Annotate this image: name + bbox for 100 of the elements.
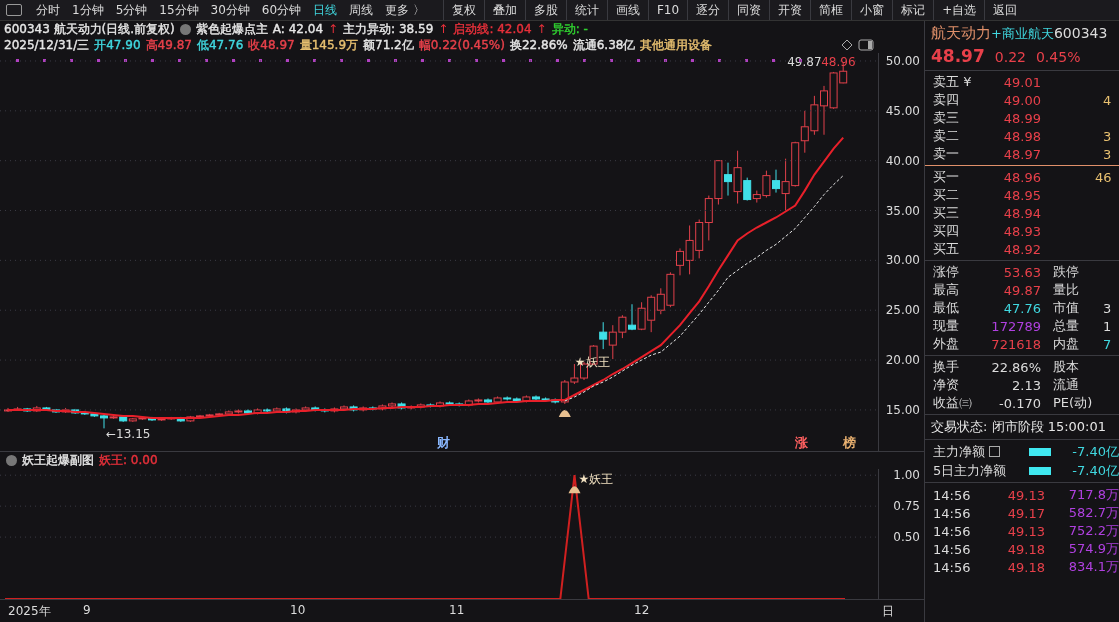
stat-value: 172789 xyxy=(990,318,1041,334)
tick-amount: 717.8万 xyxy=(1067,486,1119,504)
tick-amount: 834.1万 xyxy=(1067,558,1119,576)
order-level: 买四 xyxy=(933,222,960,240)
order-price: 48.99 xyxy=(1002,110,1041,126)
signal-label: ★妖王 xyxy=(574,355,610,370)
price-percent: 0.45% xyxy=(1035,49,1081,65)
tick-price: 49.17 xyxy=(1006,505,1045,521)
quote-value: 量145.9万 xyxy=(299,36,358,54)
order-price: 48.97 xyxy=(1002,146,1041,162)
stat-label: 量比 xyxy=(1053,281,1080,299)
order-price: 49.00 xyxy=(1002,92,1041,108)
time-label: 2025年 xyxy=(8,603,51,620)
high-label: 49.87 xyxy=(787,55,822,70)
stat-label: 最高 xyxy=(933,281,960,299)
stat-value: 22.86% xyxy=(990,359,1041,375)
time-label: 11 xyxy=(449,603,465,617)
stock-title: 600343 航天动力(日线.前复权) xyxy=(4,20,175,38)
stat-label: 换手 xyxy=(933,358,960,376)
tick-amount: 574.9万 xyxy=(1067,540,1119,558)
stat-label: 收益㈢ xyxy=(933,394,973,412)
axis-label: 25.00 xyxy=(885,303,920,318)
tick-price: 49.18 xyxy=(1006,541,1045,557)
up-arrow: ↑ xyxy=(536,22,547,36)
low-label: ←13.15 xyxy=(106,427,151,442)
stat-label: 总量 xyxy=(1053,317,1080,335)
order-volume: 3 xyxy=(1103,128,1113,144)
up-arrow: ↑ xyxy=(328,22,339,36)
stat-value: 47.76 xyxy=(1002,300,1041,316)
order-level: 卖三 xyxy=(933,109,960,127)
order-level: 买二 xyxy=(933,186,960,204)
price-change: 0.22 xyxy=(994,49,1026,65)
order-level: 卖五 ¥ xyxy=(933,73,973,91)
stat-label: 跌停 xyxy=(1053,263,1080,281)
tick-time: 14:56 xyxy=(933,523,972,539)
order-price: 48.92 xyxy=(1002,241,1041,257)
quote-value: 开47.90 xyxy=(94,36,141,54)
order-volume: 46 xyxy=(1095,169,1113,185)
flow-label: 5日主力净额 xyxy=(933,461,1007,480)
order-level: 买三 xyxy=(933,204,960,222)
order-price: 48.94 xyxy=(1002,205,1041,221)
stock-name: 航天动力 xyxy=(931,24,991,43)
stat-label: 净资 xyxy=(933,376,960,394)
order-price: 49.01 xyxy=(1002,74,1041,90)
order-price: 48.96 xyxy=(1002,169,1041,185)
axis-label: 35.00 xyxy=(885,203,920,218)
tick-amount: 752.2万 xyxy=(1067,522,1119,540)
indicator-reading: 主力异动: 38.59 xyxy=(343,20,434,38)
stat-value: 1 xyxy=(1103,318,1113,334)
axis-label: 30.00 xyxy=(885,253,920,268)
order-price: 48.95 xyxy=(1002,187,1041,203)
axis-label: 45.00 xyxy=(885,103,920,118)
order-level: 卖一 xyxy=(933,145,960,163)
stat-label: 内盘 xyxy=(1053,335,1080,353)
stat-value: 53.63 xyxy=(1002,264,1041,280)
tick-price: 49.13 xyxy=(1006,523,1045,539)
stock-code: 600343 xyxy=(1053,25,1108,41)
quote-value: 2025/12/31/三 xyxy=(4,36,90,54)
flow-label: 主力净额 xyxy=(933,442,985,461)
up-arrow: ↑ xyxy=(438,22,449,36)
order-level: 卖四 xyxy=(933,91,960,109)
tick-time: 14:56 xyxy=(933,487,972,503)
time-label: 9 xyxy=(83,603,91,617)
stat-value: -0.170 xyxy=(998,395,1041,411)
indicator-reading: 异动: - xyxy=(551,20,588,38)
axis-label: 50.00 xyxy=(885,54,920,68)
close-label: 48.96 xyxy=(821,55,856,70)
stat-value: 49.87 xyxy=(1002,282,1041,298)
stat-value: 3 xyxy=(1103,300,1113,316)
indicator-reading: 启动线: 42.04 xyxy=(453,20,532,38)
quote-value: 低47.76 xyxy=(196,36,244,54)
time-label: 12 xyxy=(634,603,650,617)
order-level: 卖二 xyxy=(933,127,960,145)
stat-label: 股本 xyxy=(1053,358,1080,376)
tick-time: 14:56 xyxy=(933,505,972,521)
quote-value: 幅0.22(0.45%) xyxy=(418,36,505,54)
tick-price: 49.13 xyxy=(1006,487,1045,503)
trading-status: 交易状态: 闭市阶段 15:00:01 xyxy=(925,415,1119,440)
stat-label: 外盘 xyxy=(933,335,960,353)
flow-value: -7.40亿 xyxy=(1071,461,1119,480)
stat-label: 涨停 xyxy=(933,263,960,281)
stat-value: 2.13 xyxy=(1011,377,1041,393)
quote-value: 高49.87 xyxy=(145,36,192,54)
flow-value: -7.40亿 xyxy=(1071,442,1119,461)
order-price: 48.98 xyxy=(1002,128,1041,144)
tick-amount: 582.7万 xyxy=(1067,504,1119,522)
stat-label: 流通 xyxy=(1053,376,1080,394)
order-level: 买五 xyxy=(933,240,960,258)
quote-value: 收48.97 xyxy=(248,36,295,54)
quote-value: 额71.2亿 xyxy=(363,36,414,54)
stat-value: 721618 xyxy=(990,336,1041,352)
axis-label: 40.00 xyxy=(885,153,920,168)
order-level: 买一 xyxy=(933,168,960,186)
time-label: 10 xyxy=(290,603,306,617)
axis-label: 0.50 xyxy=(893,530,920,545)
order-volume: 4 xyxy=(1103,92,1113,108)
tick-time: 14:56 xyxy=(933,541,972,557)
axis-label: 20.00 xyxy=(885,353,920,368)
indicator-name: 紫色起爆点主 xyxy=(195,20,268,38)
tick-price: 49.18 xyxy=(1006,559,1045,575)
